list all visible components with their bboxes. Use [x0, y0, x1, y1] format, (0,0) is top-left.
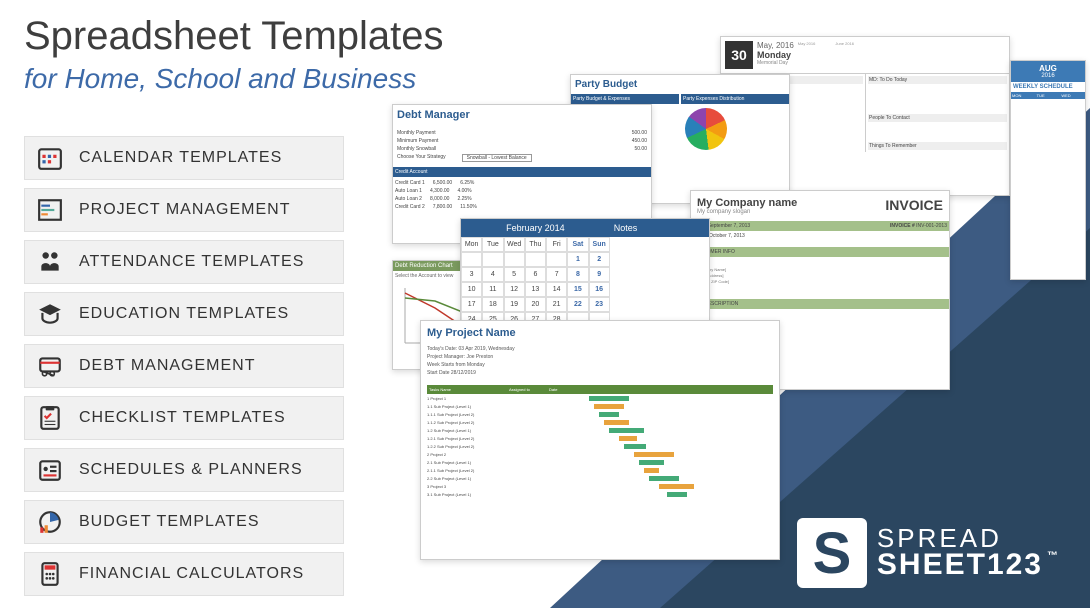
education-icon: [35, 299, 65, 329]
budget-icon: [35, 507, 65, 537]
page-title: Spreadsheet Templates: [24, 14, 444, 59]
planner-note: Memorial Day: [757, 60, 794, 66]
category-label: DEBT MANAGEMENT: [79, 357, 256, 375]
budget-title: Party Budget: [571, 75, 789, 94]
category-schedules[interactable]: SCHEDULES & PLANNERS: [24, 448, 344, 492]
category-label: BUDGET TEMPLATES: [79, 513, 259, 531]
category-budget[interactable]: BUDGET TEMPLATES: [24, 500, 344, 544]
invoice-company: My Company name: [697, 197, 797, 209]
logo-line2: SHEET123: [877, 548, 1043, 581]
schedules-icon: [35, 455, 65, 485]
category-attendance[interactable]: ATTENDANCE TEMPLATES: [24, 240, 344, 284]
thumb-weekly: AUG 2016 WEEKLY SCHEDULE MON TUE WED: [1010, 60, 1086, 280]
planner-date: 30: [725, 41, 753, 69]
invoice-slogan: My company slogan: [697, 209, 797, 215]
pie-chart-icon: [685, 108, 727, 150]
logo-tm: ™: [1047, 550, 1060, 562]
category-label: EDUCATION TEMPLATES: [79, 305, 289, 323]
logo-mark: S: [797, 518, 867, 588]
category-label: PROJECT MANAGEMENT: [79, 201, 291, 219]
category-debt[interactable]: DEBT MANAGEMENT: [24, 344, 344, 388]
invoice-title: INVOICE: [885, 197, 943, 215]
category-financial[interactable]: FINANCIAL CALCULATORS: [24, 552, 344, 596]
budget-sub2: Party Expenses Distribution: [681, 94, 789, 104]
debt-icon: [35, 351, 65, 381]
planner-contact-header: People To Contact: [868, 114, 1007, 122]
planner-month: May, 2016: [757, 41, 794, 50]
category-label: CALENDAR TEMPLATES: [79, 149, 282, 167]
category-checklist[interactable]: CHECKLIST TEMPLATES: [24, 396, 344, 440]
page-subtitle: for Home, School and Business: [24, 63, 444, 95]
weekly-title: WEEKLY SCHEDULE: [1011, 82, 1085, 92]
checklist-icon: [35, 403, 65, 433]
project-icon: [35, 195, 65, 225]
project-title: My Project Name: [421, 321, 779, 345]
category-label: CHECKLIST TEMPLATES: [79, 409, 286, 427]
calendar-notes: Notes: [610, 219, 709, 237]
planner-remember-header: Things To Remember: [868, 142, 1007, 150]
category-project[interactable]: PROJECT MANAGEMENT: [24, 188, 344, 232]
category-label: SCHEDULES & PLANNERS: [79, 461, 303, 479]
calendar-icon: [35, 143, 65, 173]
planner-todo-header: MD: To Do Today: [868, 76, 1007, 84]
category-education[interactable]: EDUCATION TEMPLATES: [24, 292, 344, 336]
planner-day: Monday: [757, 50, 794, 60]
financial-icon: [35, 559, 65, 589]
budget-sub1: Party Budget & Expenses: [571, 94, 679, 104]
debt-table-header: Credit Account: [393, 167, 651, 177]
attendance-icon: [35, 247, 65, 277]
category-list: CALENDAR TEMPLATES PROJECT MANAGEMENT AT…: [24, 136, 344, 596]
calendar-month: February 2014: [461, 219, 610, 237]
thumb-project: My Project Name Today's Date: 03 Apr 201…: [420, 320, 780, 560]
category-label: FINANCIAL CALCULATORS: [79, 565, 304, 583]
category-label: ATTENDANCE TEMPLATES: [79, 253, 304, 271]
category-calendar[interactable]: CALENDAR TEMPLATES: [24, 136, 344, 180]
debt-title: Debt Manager: [393, 105, 651, 125]
weekly-month: AUG: [1014, 64, 1082, 73]
brand-logo: S SPREAD SHEET123™: [797, 518, 1060, 588]
weekly-year: 2016: [1014, 73, 1082, 79]
